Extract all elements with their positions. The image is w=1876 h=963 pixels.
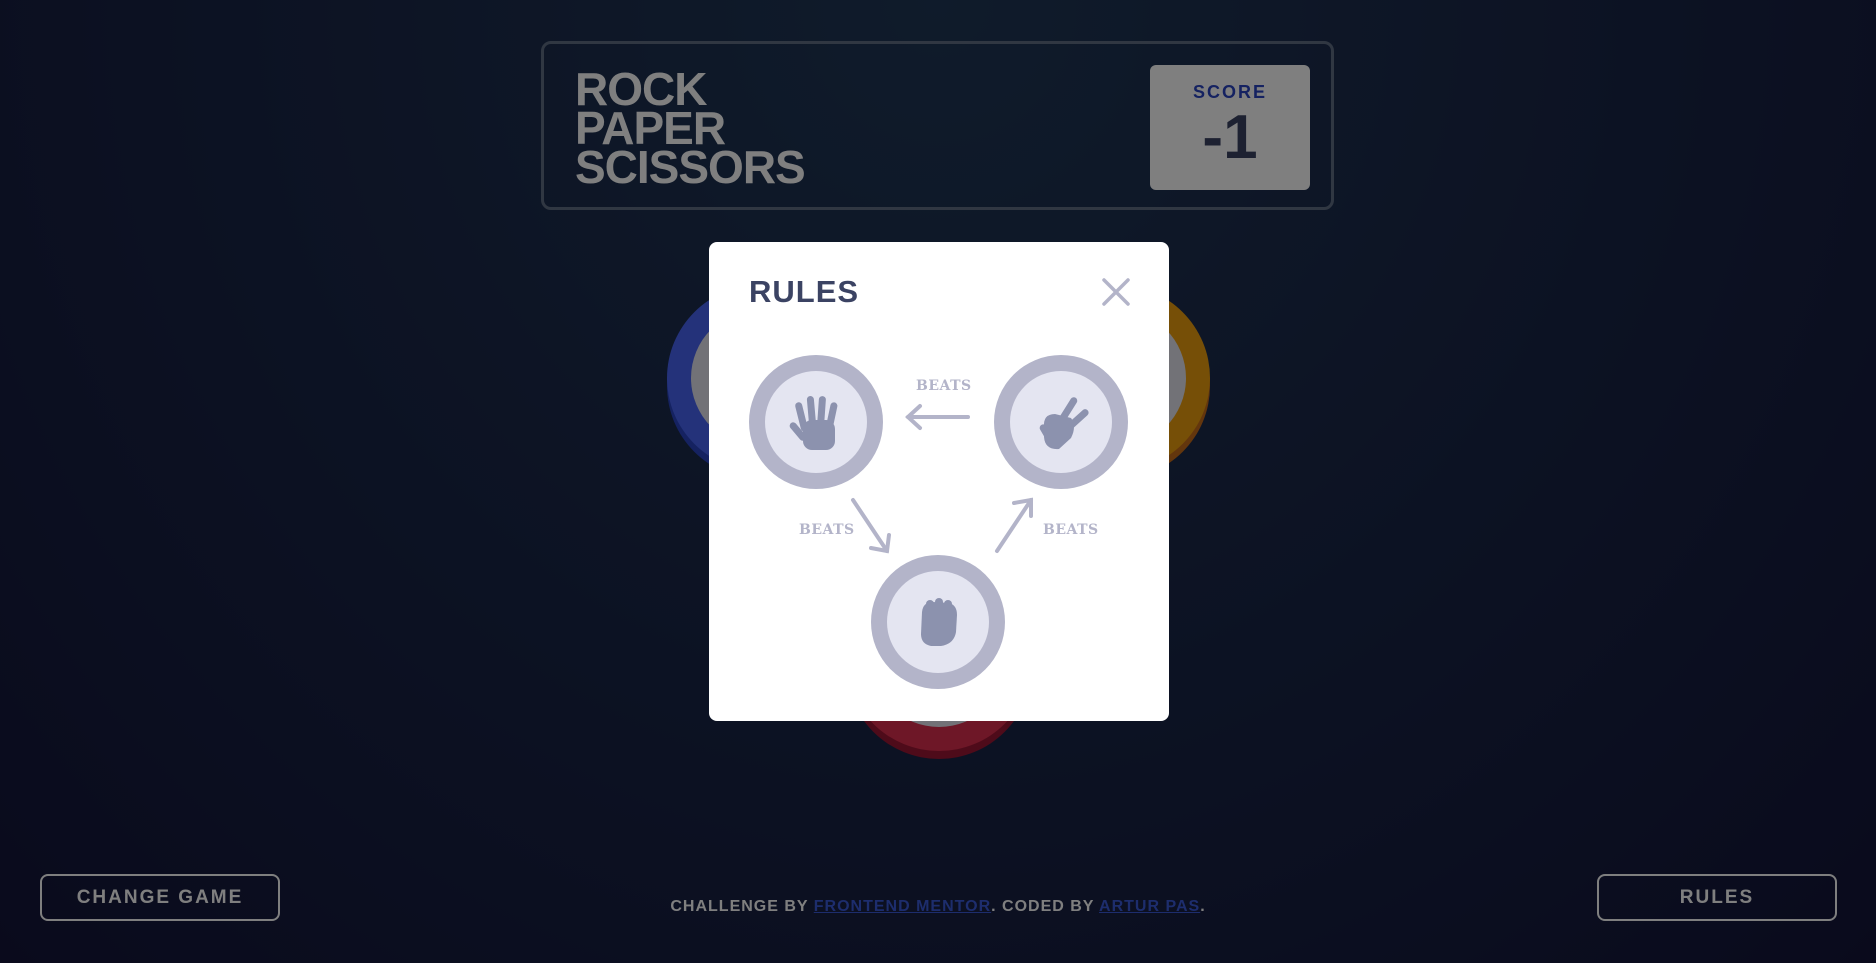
- rules-paper-badge: [749, 355, 883, 489]
- game-screen: ROCK PAPER SCISSORS SCORE -1 CHANGE GAME…: [0, 0, 1876, 963]
- rules-scissors-badge: [994, 355, 1128, 489]
- rules-modal: RULES BEATS BEATS BEATS: [709, 242, 1169, 721]
- arrow-paper-beats-rock: [851, 498, 891, 554]
- beats-label-top: BEATS: [916, 378, 972, 394]
- arrow-rock-beats-scissors: [995, 497, 1033, 553]
- beats-label-right: BEATS: [1043, 522, 1099, 538]
- arrow-scissors-beats-paper: [905, 404, 970, 430]
- hand-rock-icon: [921, 598, 957, 646]
- beats-label-left: BEATS: [799, 522, 855, 538]
- rules-diagram: [749, 355, 1128, 689]
- rules-rock-badge: [871, 555, 1005, 689]
